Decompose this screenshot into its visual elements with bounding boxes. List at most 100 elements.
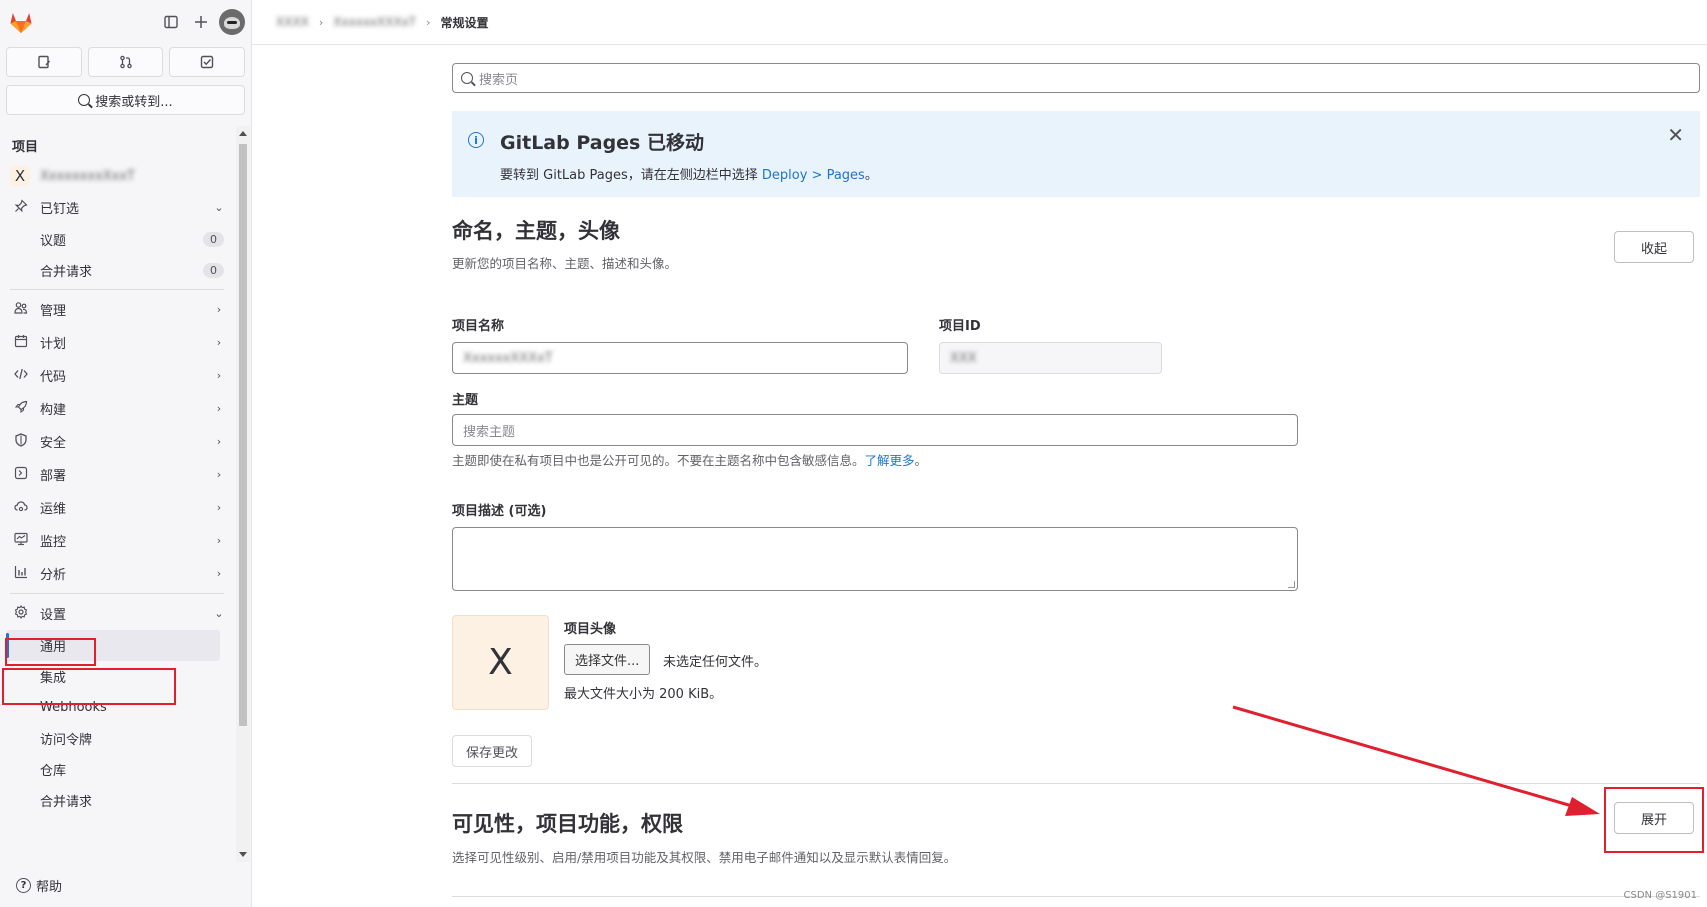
sidebar-item-label: 设置: [40, 608, 67, 623]
sidebar-item-label: 仓库: [40, 764, 67, 779]
search-page-input[interactable]: 搜索页: [452, 63, 1700, 93]
section-divider: [452, 896, 1700, 897]
todos-shortcut-button[interactable]: [169, 47, 246, 77]
scrollbar-thumb[interactable]: [239, 144, 247, 726]
project-id-value: XXX: [950, 350, 977, 366]
alert-body-end: 。: [864, 168, 878, 183]
sidebar-item-general[interactable]: 通用: [6, 630, 220, 661]
divider: [10, 289, 224, 290]
breadcrumb-item-group[interactable]: XXXX: [276, 15, 309, 29]
search-page-placeholder: 搜索页: [479, 72, 519, 88]
project-name-value: XxxxxxXXXxT: [463, 350, 553, 366]
help-button[interactable]: ? 帮助: [0, 870, 236, 900]
sidebar-item-access-tokens[interactable]: 访问令牌: [0, 723, 236, 754]
save-changes-button[interactable]: 保存更改: [452, 735, 532, 767]
max-file-size-text: 最大文件大小为 200 KiB。: [564, 687, 723, 702]
chevron-right-icon: ›: [216, 468, 222, 481]
project-description-label: 项目描述 (可选): [452, 504, 547, 519]
issues-shortcut-button[interactable]: [6, 47, 82, 77]
sidebar-item-merge-requests[interactable]: 合并请求 0: [0, 255, 236, 286]
breadcrumb-separator-icon: ›: [318, 15, 324, 29]
chevron-right-icon: ›: [216, 534, 222, 547]
sidebar-toggle-icon[interactable]: [157, 8, 185, 36]
sidebar-scrollbar[interactable]: [236, 126, 250, 862]
sidebar-item-label: 计划: [40, 337, 67, 352]
chevron-right-icon: ›: [216, 303, 222, 316]
sidebar-item-plan[interactable]: 计划 ›: [0, 326, 236, 359]
learn-more-link[interactable]: 了解更多: [865, 453, 915, 468]
naming-section-title: 命名，主题，头像: [452, 219, 620, 243]
alert-body-text: 要转到 GitLab Pages，请在左侧边栏中选择: [500, 168, 762, 183]
pin-icon: [12, 198, 30, 217]
todo-checkbox-icon: [200, 55, 214, 69]
project-name-input[interactable]: XxxxxxXXXxT: [452, 342, 908, 374]
topics-placeholder: 搜索主题: [463, 424, 516, 440]
topics-help-text: 主题即使在私有项目中也是公开可见的。不要在主题名称中包含敏感信息。了解更多。: [452, 450, 927, 469]
sidebar-item-label: 安全: [40, 436, 67, 451]
sidebar-item-code[interactable]: 代码 ›: [0, 359, 236, 392]
sidebar-search-label: 搜索或转到...: [95, 94, 173, 110]
merge-request-icon: [119, 55, 132, 69]
scroll-up-arrow-icon[interactable]: [239, 131, 247, 136]
sidebar-item-integrations[interactable]: 集成: [0, 661, 236, 692]
plus-icon[interactable]: [187, 8, 215, 36]
breadcrumb-separator-icon: ›: [426, 15, 431, 29]
expand-button[interactable]: 展开: [1614, 802, 1694, 834]
sidebar-item-repository[interactable]: 仓库: [0, 754, 236, 785]
sidebar-item-manage[interactable]: 管理 ›: [0, 293, 236, 326]
chart-icon: [12, 565, 30, 583]
sidebar-item-secure[interactable]: 安全 ›: [0, 425, 236, 458]
breadcrumb-current[interactable]: 常规设置: [441, 14, 489, 31]
project-avatar-label: 项目头像: [564, 622, 617, 637]
alert-deploy-pages-link[interactable]: Deploy > Pages: [762, 168, 865, 183]
search-icon: [78, 94, 91, 106]
sidebar-item-label: 监控: [40, 535, 67, 550]
project-name-label: 项目名称: [452, 319, 505, 334]
choose-file-button[interactable]: 选择文件...: [564, 644, 651, 675]
sidebar-item-deploy[interactable]: 部署 ›: [0, 458, 236, 491]
visibility-section-title: 可见性，项目功能，权限: [452, 812, 683, 836]
sidebar-item-label: 运维: [40, 502, 67, 517]
project-avatar: X: [10, 166, 30, 186]
alert-title: GitLab Pages 已移动: [500, 132, 704, 154]
rocket-icon: [12, 400, 30, 418]
search-icon: [461, 72, 473, 84]
sidebar-item-pinned[interactable]: 已钉选 ⌄: [0, 191, 236, 224]
collapse-button[interactable]: 收起: [1614, 231, 1694, 263]
sidebar-item-monitor[interactable]: 监控 ›: [0, 524, 236, 557]
sidebar-item-label: 构建: [40, 403, 67, 418]
chevron-right-icon: ›: [216, 435, 222, 448]
project-id-input[interactable]: XXX: [939, 342, 1162, 374]
topics-input[interactable]: 搜索主题: [452, 414, 1298, 446]
project-id-label: 项目ID: [939, 319, 981, 334]
project-description-textarea[interactable]: [452, 527, 1298, 591]
close-icon[interactable]: ✕: [1667, 125, 1684, 145]
shield-icon: [12, 432, 30, 451]
sidebar-item-settings[interactable]: 设置 ⌄: [0, 597, 236, 630]
scroll-down-arrow-icon[interactable]: [239, 852, 247, 857]
code-icon: [12, 367, 30, 385]
sidebar-item-webhooks[interactable]: Webhooks: [0, 692, 236, 723]
sidebar-project-link[interactable]: X XxxxxxxxXxxT: [0, 161, 236, 191]
issues-count-badge: 0: [203, 232, 224, 247]
sidebar-search-button[interactable]: 搜索或转到...: [6, 85, 245, 115]
sidebar-item-analyze[interactable]: 分析 ›: [0, 557, 236, 590]
sidebar-item-label: 议题: [40, 234, 67, 249]
sidebar-item-operate[interactable]: 运维 ›: [0, 491, 236, 524]
sidebar-item-settings-merge-requests[interactable]: 合并请求: [0, 785, 236, 816]
user-avatar[interactable]: [219, 9, 245, 35]
sidebar-item-issues[interactable]: 议题 0: [0, 224, 236, 255]
gitlab-logo-icon[interactable]: [8, 9, 34, 35]
sidebar-item-build[interactable]: 构建 ›: [0, 392, 236, 425]
visibility-section-description: 选择可见性级别、启用/禁用项目功能及其权限、禁用电子邮件通知以及显示默认表情回复…: [452, 850, 957, 865]
section-divider: [452, 783, 1700, 784]
breadcrumb-item-project[interactable]: XxxxxxXXXxT: [333, 15, 416, 29]
help-question-icon: ?: [16, 877, 31, 893]
sidebar-item-label: Webhooks: [40, 700, 107, 715]
merge-requests-count-badge: 0: [203, 263, 224, 278]
sidebar-item-label: 通用: [40, 640, 67, 655]
topics-label: 主题: [452, 393, 479, 408]
naming-section-description: 更新您的项目名称、主题、描述和头像。: [452, 256, 678, 271]
monitor-icon: [12, 532, 30, 550]
merge-requests-shortcut-button[interactable]: [87, 47, 164, 77]
